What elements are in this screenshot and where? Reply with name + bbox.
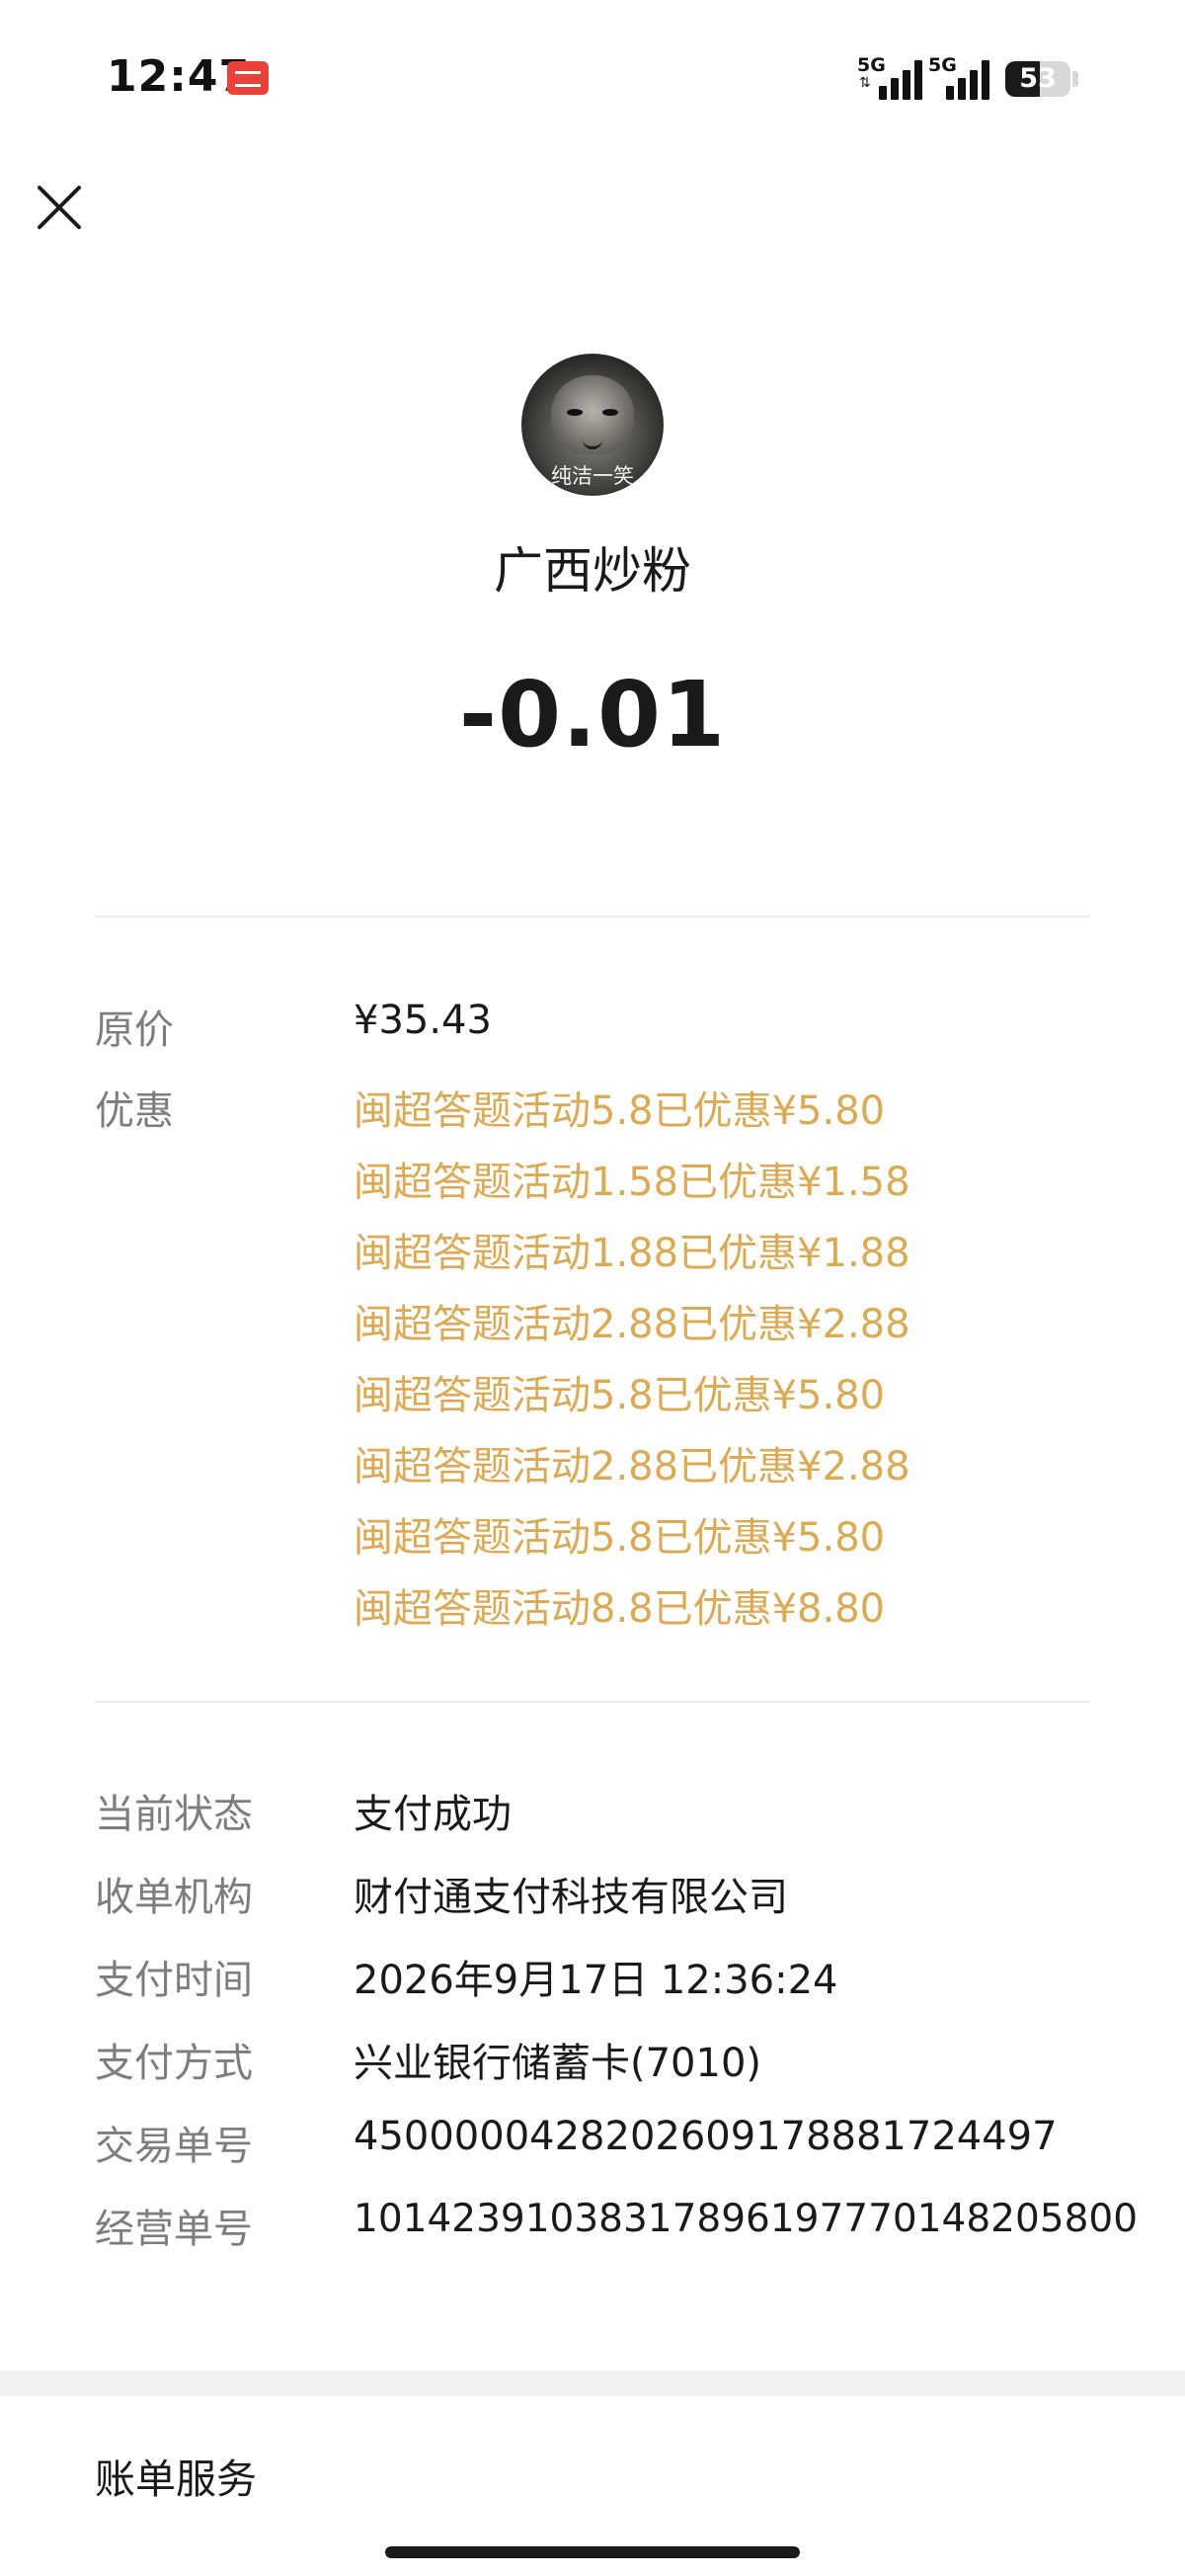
discount-item: 闽超答题活动1.58已优惠¥1.58 <box>354 1160 910 1205</box>
merchant-order-label: 经营单号 <box>95 2207 253 2252</box>
data-arrows-icon: ⇅ <box>859 75 871 91</box>
payment-time-label: 支付时间 <box>95 1958 253 2003</box>
divider-top <box>95 916 1090 918</box>
transaction-id-value: 4500000428202609178881724497 <box>354 2114 1058 2159</box>
divider-middle <box>95 1701 1090 1703</box>
bill-service-link[interactable]: 账单服务 <box>95 2446 257 2505</box>
network-type-label: 5G <box>857 54 886 76</box>
battery-tip <box>1072 71 1078 87</box>
payment-method-label: 支付方式 <box>95 2041 253 2086</box>
acquirer-value: 财付通支付科技有限公司 <box>354 1875 788 1920</box>
payment-method-value: 兴业银行储蓄卡(7010) <box>354 2041 762 2086</box>
merchant-order-value: 101423910383178961977701482058​00 <box>354 2197 1139 2241</box>
battery-level: 53 <box>1019 63 1057 94</box>
status-value: 支付成功 <box>354 1792 512 1837</box>
acquirer-label: 收单机构 <box>95 1875 253 1920</box>
discount-item: 闽超答题活动5.8已优惠¥5.80 <box>354 1088 886 1134</box>
merchant-name: 广西炒粉 <box>494 542 691 600</box>
discount-item: 闽超答题活动8.8已优惠¥8.80 <box>354 1586 886 1632</box>
original-price-label: 原价 <box>95 1007 174 1053</box>
discount-item: 闽超答题活动5.8已优惠¥5.80 <box>354 1515 886 1561</box>
avatar-caption: 纯洁一笑 <box>551 464 634 488</box>
section-separator <box>0 2371 1185 2396</box>
payment-time-value: 2026年9月17日 12:36:24 <box>354 1958 838 2003</box>
status-label: 当前状态 <box>95 1792 253 1837</box>
discount-label: 优惠 <box>95 1088 174 1134</box>
network-type-label-2: 5G <box>928 54 957 76</box>
discount-item: 闽超答题活动2.88已优惠¥2.88 <box>354 1444 910 1489</box>
close-icon <box>38 186 81 229</box>
cellular-signal-icon: 5G ⇅ <box>857 54 922 100</box>
original-price-value: ¥35.43 <box>354 998 492 1043</box>
transaction-amount: -0.01 <box>458 662 727 767</box>
discount-item: 闽超答题活动5.8已优惠¥5.80 <box>354 1373 886 1418</box>
cellular-signal-icon-2: 5G <box>928 54 993 100</box>
merchant-avatar: 纯洁一笑 <box>521 354 664 496</box>
close-button[interactable] <box>30 178 89 237</box>
discount-item: 闽超答题活动1.88已优惠¥1.88 <box>354 1231 910 1276</box>
status-bar: 12:47 5G ⇅ 5G 53 <box>0 0 1185 158</box>
battery-icon: 53 <box>1005 61 1070 97</box>
notification-app-icon <box>227 61 269 95</box>
discount-item: 闽超答题活动2.88已优惠¥2.88 <box>354 1302 910 1347</box>
home-indicator[interactable] <box>385 2546 800 2558</box>
transaction-id-label: 交易单号 <box>95 2124 253 2169</box>
